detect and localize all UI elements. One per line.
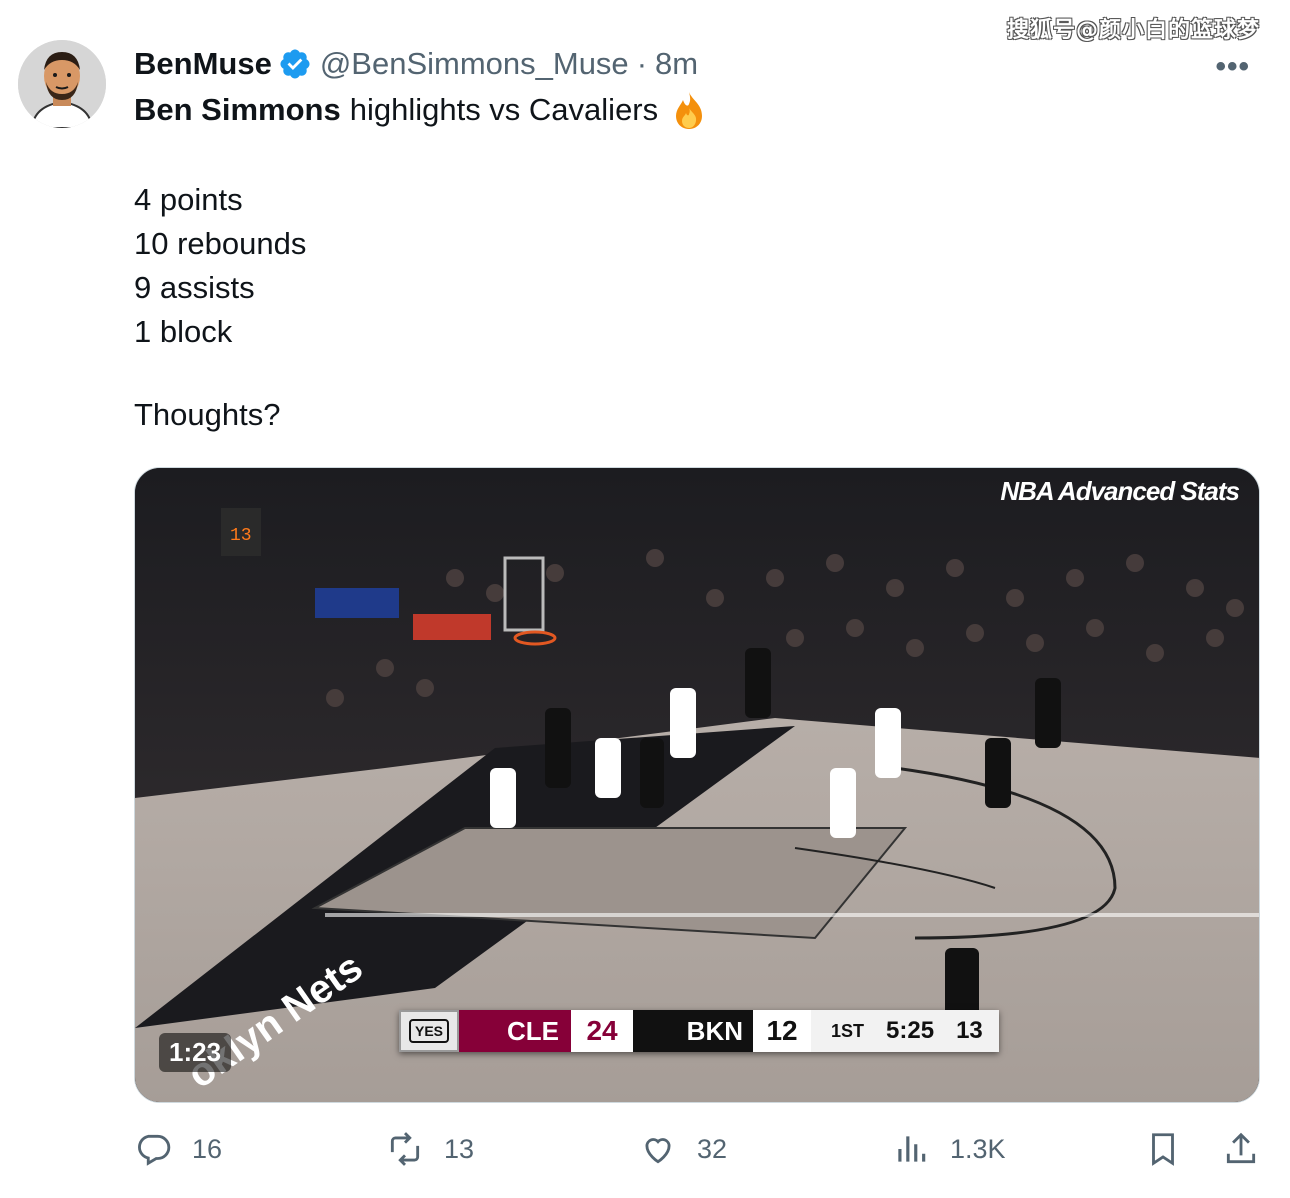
reply-count: 16: [192, 1133, 223, 1164]
scorebug-home-team: BKN: [633, 1010, 754, 1052]
video-frame: 13 oklyn Nets: [135, 468, 1259, 1102]
bookmark-button[interactable]: [1144, 1130, 1202, 1168]
stat-line: 10 rebounds: [134, 226, 307, 261]
stat-line: 1 block: [134, 314, 233, 349]
stat-line: 9 assists: [134, 270, 255, 305]
stat-line: 4 points: [134, 182, 243, 217]
share-icon: [1226, 1132, 1256, 1164]
like-button[interactable]: 32: [639, 1130, 727, 1168]
scorebug-home-score: 12: [753, 1010, 812, 1052]
handle[interactable]: @BenSimmons_Muse: [320, 46, 629, 82]
timestamp[interactable]: 8m: [655, 46, 698, 82]
views-button[interactable]: 1.3K: [892, 1130, 1006, 1168]
action-bar: 16 13 32 1.3K: [134, 1130, 1260, 1178]
avatar-illustration: [18, 40, 106, 128]
tweet-question: Thoughts?: [134, 397, 281, 432]
reply-icon: [138, 1134, 171, 1166]
more-options-icon[interactable]: •••: [1215, 50, 1250, 84]
video-player[interactable]: 13 oklyn Nets NBA Advanced Stats YES CLE…: [134, 467, 1260, 1103]
video-duration: 1:23: [159, 1033, 232, 1072]
scorebug-clock: 1ST 5:25 13: [811, 1010, 999, 1052]
reply-button[interactable]: 16: [134, 1130, 222, 1168]
overlay-brand: NBA Advanced Stats: [1000, 476, 1240, 506]
headline-text: highlights vs Cavaliers: [349, 92, 659, 127]
separator-dot: ·: [636, 46, 648, 81]
scorebug-away-score: 24: [571, 1010, 634, 1052]
like-icon: [645, 1138, 671, 1164]
verified-badge-icon: [278, 47, 312, 81]
scorebug-shot-clock: 13: [956, 1017, 983, 1044]
views-count: 1.3K: [950, 1133, 1006, 1164]
retweet-button[interactable]: 13: [386, 1130, 474, 1168]
retweet-count: 13: [444, 1133, 475, 1164]
scorebug: YES CLE 24 BKN 12 1ST 5:25 13: [399, 1010, 999, 1052]
bookmark-icon: [1152, 1133, 1174, 1166]
tweet-stats: 4 points 10 rebounds 9 assists 1 block: [134, 178, 306, 354]
like-count: 32: [697, 1133, 728, 1164]
avatar[interactable]: [18, 40, 106, 128]
svg-text:13: 13: [230, 526, 252, 546]
display-name[interactable]: BenMuse: [134, 46, 272, 82]
headline-name: Ben Simmons: [134, 92, 341, 127]
tweet-headline: Ben Simmons highlights vs Cavaliers: [134, 90, 708, 130]
scorebug-quarter: 1ST: [831, 1020, 865, 1041]
tweet-header: BenMuse @BenSimmons_Muse · 8m: [134, 44, 698, 84]
scorebug-away-team: CLE: [459, 1010, 572, 1052]
views-icon: [898, 1136, 926, 1162]
retweet-icon: [390, 1132, 420, 1166]
watermark: 搜狐号@颜小白的篮球梦: [1006, 18, 1260, 43]
fire-emoji-icon: [670, 90, 708, 130]
scorebug-network: YES: [399, 1010, 460, 1052]
share-button[interactable]: [1222, 1130, 1280, 1168]
scorebug-game-clock: 5:25: [886, 1017, 935, 1044]
